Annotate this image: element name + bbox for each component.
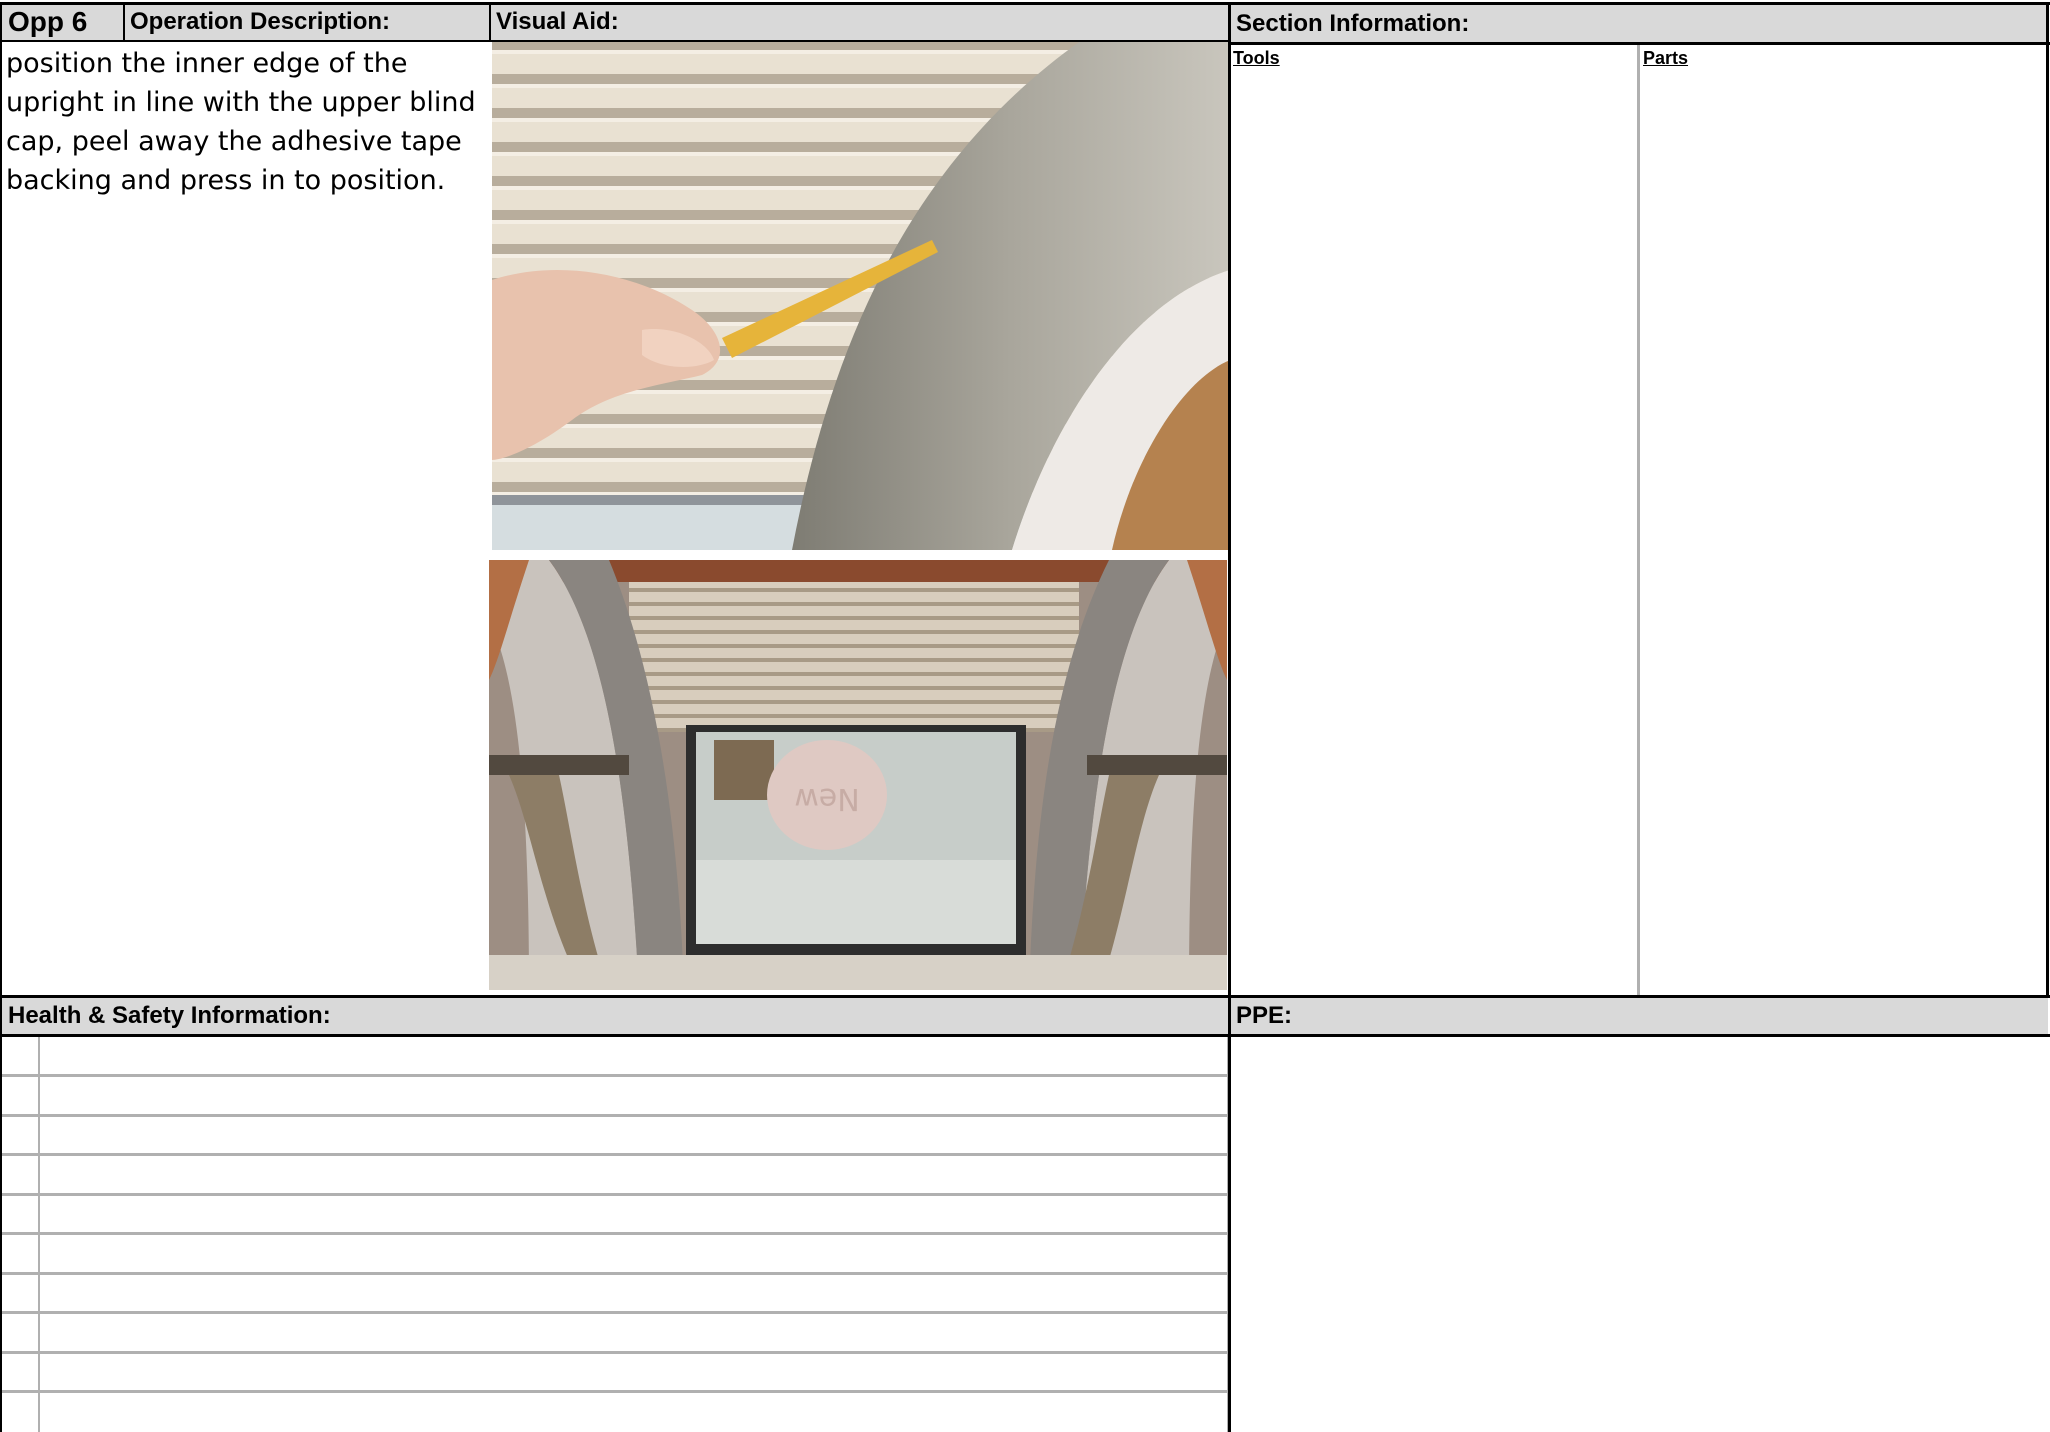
section-header-bottom-border — [1230, 42, 2050, 45]
opp-divider — [123, 2, 125, 42]
ppe-header: PPE: — [1230, 998, 2048, 1034]
operation-description-header: Operation Description: — [124, 4, 490, 40]
tools-label: Tools — [1233, 48, 1280, 68]
description-divider — [489, 2, 491, 42]
table-row-line — [0, 1153, 1230, 1156]
left-border — [0, 2, 2, 1432]
table-row-line — [0, 1074, 1230, 1077]
health-safety-header: Health & Safety Information: — [2, 998, 1230, 1034]
table-row-line — [0, 1351, 1230, 1354]
table-row-line — [0, 1390, 1230, 1393]
health-safety-table — [0, 1036, 1230, 1432]
visual-aid-photo-window: New — [489, 560, 1227, 990]
window-sign-text: New — [794, 781, 859, 816]
parts-label: Parts — [1643, 48, 1689, 68]
visual-aid-divider — [1228, 2, 1231, 1432]
visual-aid-photo-closeup — [492, 40, 1230, 550]
table-row-line — [0, 1193, 1230, 1196]
right-border — [2046, 2, 2049, 998]
tools-parts-divider — [1637, 44, 1640, 996]
table-row-line — [0, 1232, 1230, 1235]
table-row-line — [0, 1114, 1230, 1117]
middle-border — [0, 995, 2050, 998]
header-bottom-border — [0, 40, 1230, 42]
lower-header-bottom-border — [0, 1034, 2050, 1037]
table-row-line — [0, 1272, 1230, 1275]
section-information-header: Section Information: — [1230, 4, 2048, 44]
visual-aid-header: Visual Aid: — [490, 4, 1230, 40]
opp-number: Opp 6 — [2, 4, 124, 40]
top-border — [0, 2, 2050, 5]
operation-description-text: position the inner edge of the upright i… — [6, 48, 476, 196]
table-row-line — [0, 1311, 1230, 1314]
